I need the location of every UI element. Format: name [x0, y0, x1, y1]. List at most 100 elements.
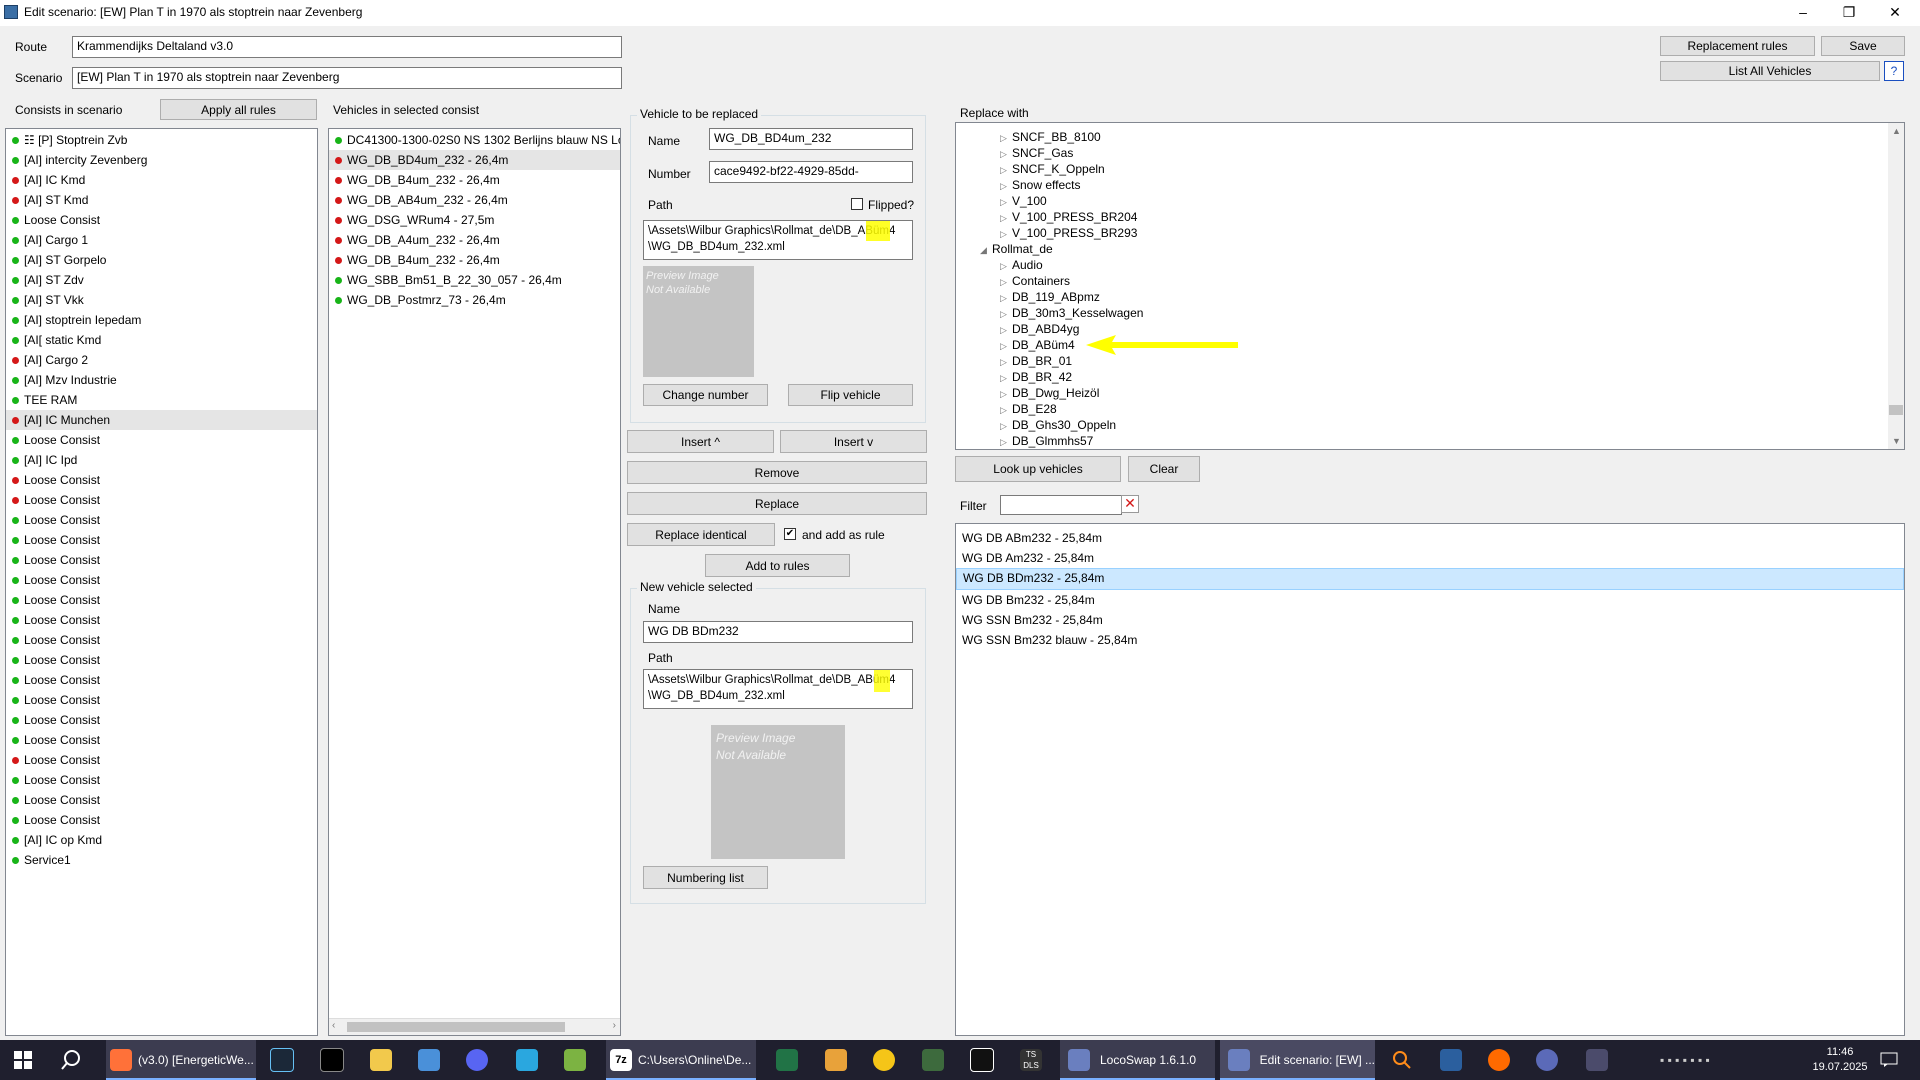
expand-icon[interactable]: ▷: [1000, 130, 1012, 146]
expand-icon[interactable]: ▷: [1000, 306, 1012, 322]
tree-node[interactable]: ▷ DB_BR_42: [1000, 369, 1072, 385]
consist-item[interactable]: Loose Consist: [6, 610, 317, 630]
maximize-button[interactable]: ❐: [1826, 0, 1872, 26]
consist-item[interactable]: Loose Consist: [6, 750, 317, 770]
start-icon[interactable]: [14, 1040, 32, 1080]
consist-item[interactable]: [AI] stoptrein Iepedam: [6, 310, 317, 330]
new-name-field[interactable]: WG DB BDm232: [643, 621, 913, 643]
filter-input[interactable]: [1000, 495, 1122, 515]
replace-path-field[interactable]: \Assets\Wilbur Graphics\Rollmat_de\DB_AB…: [643, 220, 913, 260]
tree-vscrollbar[interactable]: ▲ ▼: [1888, 123, 1904, 449]
consist-item[interactable]: [AI] ST Zdv: [6, 270, 317, 290]
tree-node[interactable]: ▷ DB_ABüm4: [1000, 337, 1075, 353]
taskbar-locoswap[interactable]: LocoSwap 1.6.1.0: [1060, 1040, 1215, 1080]
tree-node[interactable]: ▷ SNCF_BB_8100: [1000, 129, 1101, 145]
notification-icon[interactable]: [1880, 1040, 1898, 1080]
app-icon-globe[interactable]: [1536, 1040, 1558, 1080]
expand-icon[interactable]: ▷: [1000, 322, 1012, 338]
expand-icon[interactable]: ▷: [1000, 354, 1012, 370]
consist-item[interactable]: Loose Consist: [6, 630, 317, 650]
vehicle-item[interactable]: WG_SBB_Bm51_B_22_30_057 - 26,4m: [329, 270, 620, 290]
consist-item[interactable]: [AI] ST Gorpelo: [6, 250, 317, 270]
add-to-rules-button[interactable]: Add to rules: [705, 554, 850, 577]
vehicles-list[interactable]: DC41300-1300-02S0 NS 1302 Berlijns blauw…: [328, 128, 621, 1036]
change-number-button[interactable]: Change number: [643, 384, 768, 406]
expand-icon[interactable]: ▷: [1000, 370, 1012, 386]
consist-item[interactable]: [AI] Cargo 2: [6, 350, 317, 370]
consist-item[interactable]: Loose Consist: [6, 550, 317, 570]
app-icon-yellow[interactable]: [873, 1040, 895, 1080]
tree-node[interactable]: ▷ Audio: [1000, 257, 1043, 273]
consist-item[interactable]: [AI] IC Ipd: [6, 450, 317, 470]
remove-button[interactable]: Remove: [627, 461, 927, 484]
consist-item[interactable]: ☷ [P] Stoptrein Zvb: [6, 130, 317, 150]
expand-icon[interactable]: ▷: [1000, 162, 1012, 178]
replace-identical-button[interactable]: Replace identical: [627, 523, 775, 546]
consist-item[interactable]: [AI] Mzv Industrie: [6, 370, 317, 390]
consist-item[interactable]: Loose Consist: [6, 530, 317, 550]
insert-down-button[interactable]: Insert v: [780, 430, 927, 453]
app-icon-search-orange[interactable]: [1488, 1040, 1510, 1080]
expand-icon[interactable]: ▷: [1000, 418, 1012, 434]
consist-item[interactable]: [AI] Cargo 1: [6, 230, 317, 250]
app-icon-pen[interactable]: [970, 1040, 994, 1080]
consist-item[interactable]: Loose Consist: [6, 510, 317, 530]
list-all-vehicles-button[interactable]: List All Vehicles: [1660, 61, 1880, 81]
vehicle-item[interactable]: WG_DB_B4um_232 - 26,4m: [329, 170, 620, 190]
tree-node[interactable]: ▷ Snow effects: [1000, 177, 1080, 193]
tree-node[interactable]: ▷ DB_Glmmhs57: [1000, 433, 1093, 449]
minimize-button[interactable]: –: [1780, 0, 1826, 26]
result-item[interactable]: WG DB Bm232 - 25,84m: [956, 590, 1904, 610]
tree-node[interactable]: ▷ V_100: [1000, 193, 1047, 209]
consists-list[interactable]: ☷ [P] Stoptrein Zvb [AI] intercity Zevenb…: [5, 128, 318, 1036]
consist-item[interactable]: Loose Consist: [6, 470, 317, 490]
consist-item[interactable]: [AI] IC Kmd: [6, 170, 317, 190]
vehicle-item[interactable]: WG_DSG_WRum4 - 27,5m: [329, 210, 620, 230]
tree-node[interactable]: ▷ DB_Ghs30_Oppeln: [1000, 417, 1116, 433]
results-list[interactable]: WG DB ABm232 - 25,84m WG DB Am232 - 25,84…: [955, 523, 1905, 1036]
consist-item[interactable]: Loose Consist: [6, 650, 317, 670]
scroll-left-icon[interactable]: ‹: [332, 1020, 335, 1031]
consist-item[interactable]: [AI[ static Kmd: [6, 330, 317, 350]
consist-item[interactable]: Loose Consist: [6, 690, 317, 710]
expand-icon[interactable]: ▷: [1000, 146, 1012, 162]
consist-item[interactable]: Loose Consist: [6, 810, 317, 830]
tree-node[interactable]: ▷ V_100_PRESS_BR204: [1000, 209, 1137, 225]
hscroll-thumb[interactable]: [347, 1022, 565, 1032]
search-icon[interactable]: [60, 1040, 82, 1080]
vehicle-item[interactable]: WG_DB_B4um_232 - 26,4m: [329, 250, 620, 270]
notepad-icon[interactable]: [564, 1040, 586, 1080]
expand-icon[interactable]: ▷: [1000, 290, 1012, 306]
scroll-right-icon[interactable]: ›: [613, 1020, 616, 1031]
clear-filter-icon[interactable]: ✕: [1121, 495, 1139, 513]
tree-node[interactable]: ▷ DB_ABD4yg: [1000, 321, 1079, 337]
consist-item[interactable]: [AI] ST Vkk: [6, 290, 317, 310]
tree-node[interactable]: ▷ SNCF_K_Oppeln: [1000, 161, 1105, 177]
consist-item[interactable]: Loose Consist: [6, 570, 317, 590]
flipped-checkbox[interactable]: [851, 198, 863, 210]
close-button[interactable]: ✕: [1872, 0, 1918, 26]
consist-item[interactable]: Loose Consist: [6, 730, 317, 750]
tree-node[interactable]: ▷ V_100_PRESS_BR293: [1000, 225, 1137, 241]
expand-icon[interactable]: ▷: [1000, 178, 1012, 194]
tree-node[interactable]: ▷ SNCF_Gas: [1000, 145, 1073, 161]
consist-item[interactable]: Loose Consist: [6, 670, 317, 690]
flip-vehicle-button[interactable]: Flip vehicle: [788, 384, 913, 406]
scroll-up-icon[interactable]: ▲: [1892, 126, 1901, 136]
vehicles-hscrollbar[interactable]: ‹ ›: [329, 1018, 620, 1035]
vehicle-item[interactable]: DC41300-1300-02S0 NS 1302 Berlijns blauw…: [329, 130, 620, 150]
expand-icon[interactable]: ◢: [980, 242, 992, 258]
replace-with-tree[interactable]: ▷ SNCF_BB_8100 ▷ SNCF_Gas ▷ SNCF_K_Oppeln ▷ Sno…: [955, 122, 1905, 450]
expand-icon[interactable]: ▷: [1000, 258, 1012, 274]
discord-icon[interactable]: [466, 1040, 488, 1080]
result-item[interactable]: WG DB ABm232 - 25,84m: [956, 528, 1904, 548]
tree-node[interactable]: ▷ DB_119_ABpmz: [1000, 289, 1100, 305]
vehicle-item[interactable]: WG_DB_BD4um_232 - 26,4m: [329, 150, 620, 170]
app-icon-orange[interactable]: [825, 1040, 847, 1080]
expand-icon[interactable]: ▷: [1000, 194, 1012, 210]
train-sim-icon[interactable]: TS DLS: [1020, 1040, 1042, 1080]
help-icon[interactable]: ?: [1884, 61, 1904, 81]
expand-icon[interactable]: ▷: [1000, 402, 1012, 418]
expand-icon[interactable]: ▷: [1000, 274, 1012, 290]
consist-item[interactable]: Loose Consist: [6, 790, 317, 810]
